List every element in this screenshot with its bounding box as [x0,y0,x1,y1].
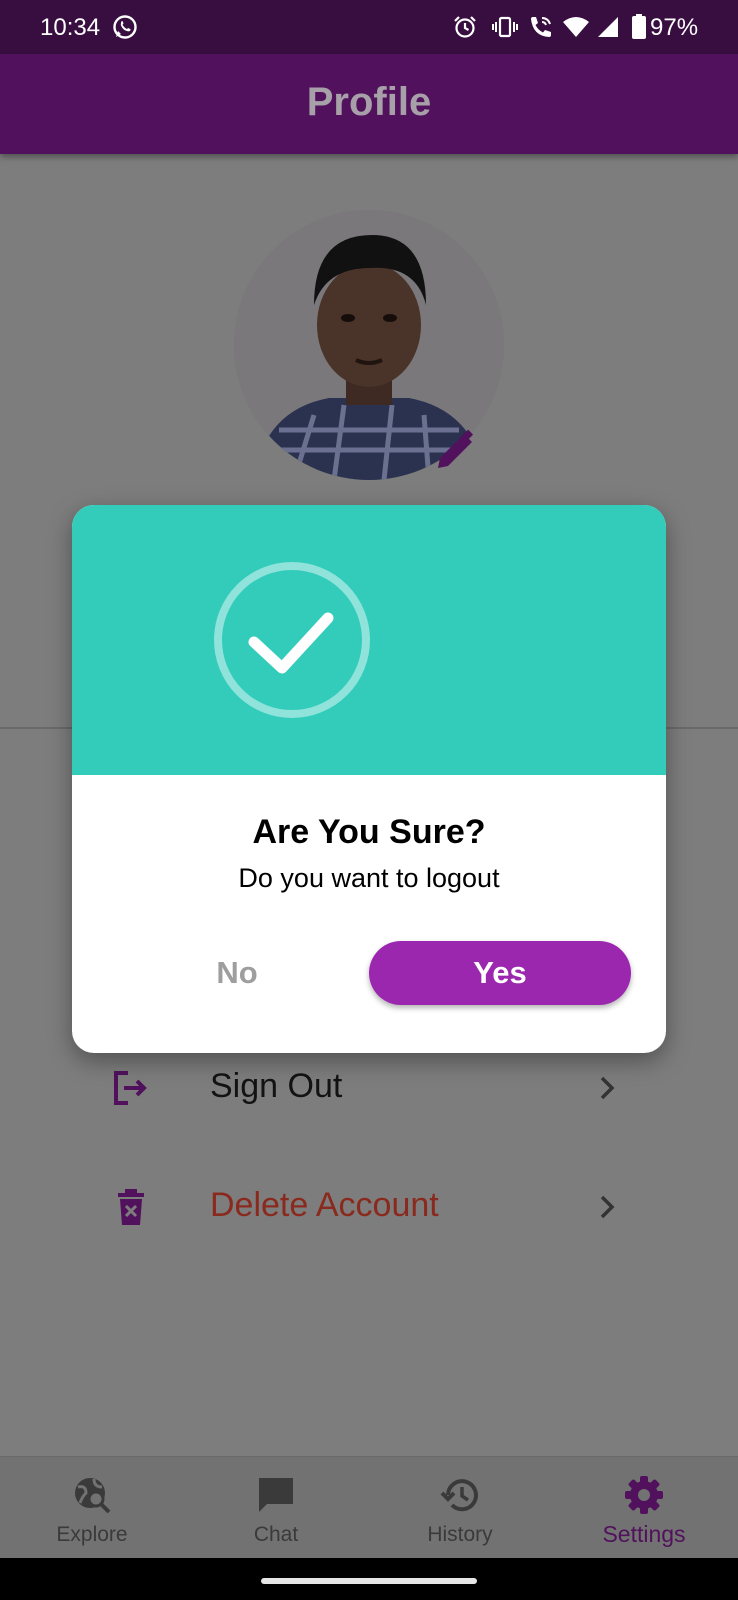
chat-icon [259,1478,293,1512]
delete-account-row[interactable]: Delete Account [0,1172,738,1242]
nav-explore[interactable]: Explore [0,1457,184,1559]
status-time: 10:34 [40,14,101,41]
success-check-icon [214,562,370,718]
sign-out-label: Sign Out [210,1067,343,1105]
delete-account-icon [118,1189,144,1225]
nav-settings-label: Settings [602,1521,686,1547]
nav-chat[interactable]: Chat [184,1457,368,1559]
gesture-handle[interactable] [261,1578,477,1584]
signal-icon [598,17,618,37]
alarm-icon [454,16,476,38]
system-gesture-bar [0,1558,738,1600]
dialog-header [72,505,666,775]
wifi-calling-icon [531,17,551,37]
nav-history[interactable]: History [368,1457,552,1559]
explore-icon [75,1478,111,1514]
delete-account-label: Delete Account [210,1186,439,1224]
nav-history-label: History [427,1523,493,1546]
vibrate-icon [492,16,518,38]
nav-settings[interactable]: Settings [552,1457,736,1559]
nav-chat-label: Chat [253,1523,299,1546]
dialog-title: Are You Sure? [252,813,486,851]
whatsapp-notification-icon [113,15,137,39]
bottom-navigation: Explore Chat History Settings [0,1456,738,1559]
chevron-right-icon [600,1195,615,1219]
settings-gear-icon [625,1476,663,1514]
dialog-message: Do you want to logout [238,863,500,893]
history-icon [440,1479,478,1512]
status-bar: 10:34 97% [0,0,738,54]
battery-percentage: 97% [650,14,699,41]
sign-out-icon [114,1071,147,1105]
sign-out-row[interactable]: Sign Out [0,1053,738,1123]
edit-avatar-pencil-icon[interactable] [432,428,478,474]
logout-confirm-dialog: Are You Sure? Do you want to logout No Y… [72,505,666,1053]
nav-explore-label: Explore [56,1523,128,1546]
chevron-right-icon [600,1076,615,1100]
wifi-icon [563,17,589,37]
page-title: Profile [306,80,432,124]
no-button[interactable]: No [162,941,312,1005]
app-bar: Profile [0,54,738,154]
yes-button[interactable]: Yes [369,941,631,1005]
battery-icon [632,14,646,39]
